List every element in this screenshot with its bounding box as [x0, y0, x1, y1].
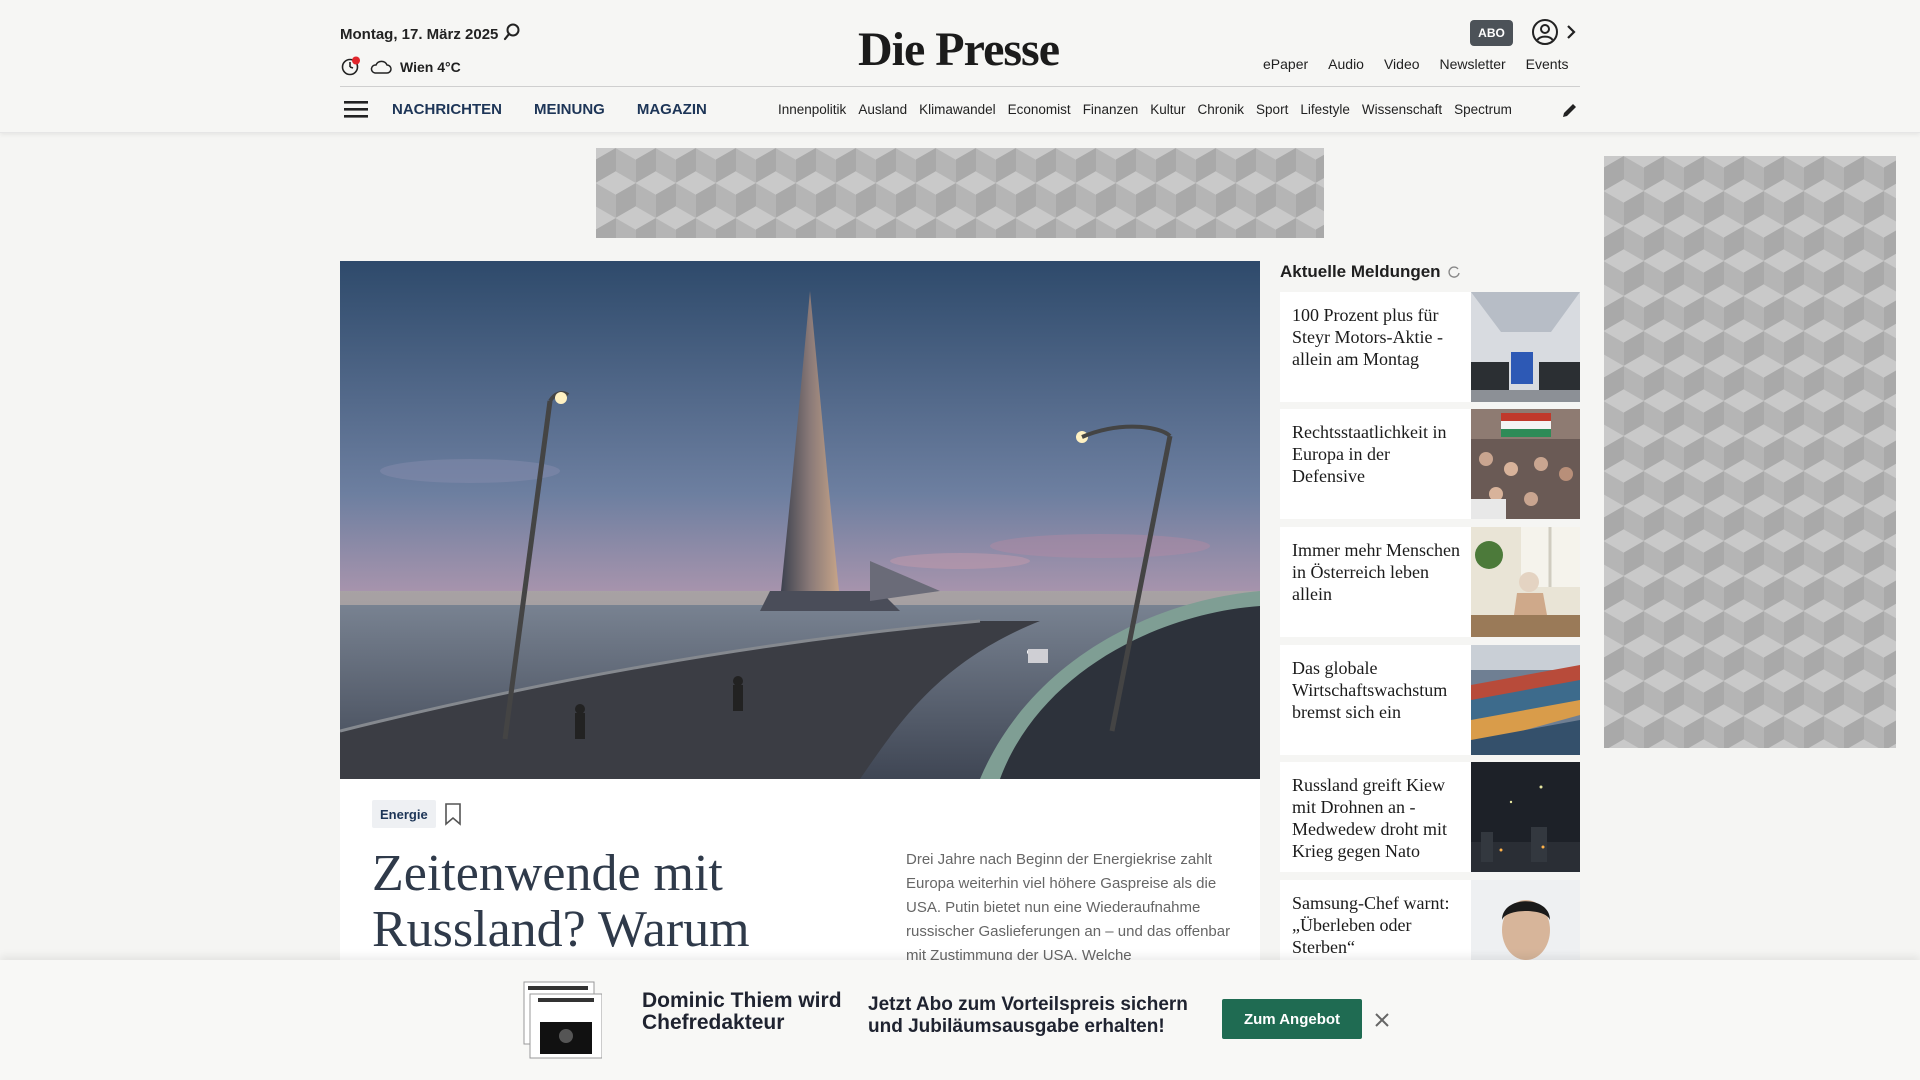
news-title: Rechtsstaatlichkeit in Europa in der Def…: [1292, 422, 1447, 486]
refresh-icon: [1447, 266, 1460, 278]
weather-widget[interactable]: Wien 4°C: [340, 56, 461, 78]
news-thumbnail: [1471, 762, 1580, 872]
nav-magazin[interactable]: MAGAZIN: [637, 101, 707, 118]
link-video[interactable]: Video: [1384, 56, 1420, 72]
news-item[interactable]: Rechtsstaatlichkeit in Europa in der Def…: [1280, 409, 1580, 519]
link-events[interactable]: Events: [1526, 56, 1569, 72]
clock-icon: [341, 56, 360, 76]
nav-finanzen[interactable]: Finanzen: [1083, 102, 1139, 117]
user-icon[interactable]: [1531, 18, 1559, 46]
cloud-icon: [370, 60, 392, 74]
sidebar-title: Aktuelle Meldungen: [1280, 262, 1461, 282]
ad-banner-top[interactable]: [596, 148, 1324, 238]
link-audio[interactable]: Audio: [1328, 56, 1364, 72]
abo-button[interactable]: ABO: [1470, 20, 1513, 46]
weather-text: Wien 4°C: [400, 59, 461, 75]
news-thumbnail: [1471, 292, 1580, 402]
nav-chronik[interactable]: Chronik: [1198, 102, 1245, 117]
nav-innenpolitik[interactable]: Innenpolitik: [778, 102, 846, 117]
site-logo[interactable]: Die Presse: [858, 22, 1060, 77]
news-thumbnail: [1471, 527, 1580, 637]
sidebar-title-text: Aktuelle Meldungen: [1280, 262, 1441, 281]
news-item[interactable]: 100 Prozent plus für Steyr Motors-Aktie …: [1280, 292, 1580, 402]
chevron-right-icon[interactable]: [1563, 20, 1579, 44]
nav-meinung[interactable]: MEINUNG: [534, 101, 605, 118]
news-item[interactable]: Das globale Wirtschaftswachstum bremst s…: [1280, 645, 1580, 755]
hero-image[interactable]: [340, 261, 1260, 779]
close-icon[interactable]: [1374, 1012, 1390, 1028]
link-newsletter[interactable]: Newsletter: [1440, 56, 1506, 72]
menu-icon[interactable]: [344, 99, 368, 119]
nav-spectrum[interactable]: Spectrum: [1454, 102, 1512, 117]
nav-economist[interactable]: Economist: [1008, 102, 1071, 117]
nav-wissenschaft[interactable]: Wissenschaft: [1362, 102, 1442, 117]
nav-ausland[interactable]: Ausland: [858, 102, 907, 117]
nav-lifestyle[interactable]: Lifestyle: [1300, 102, 1350, 117]
article-headline[interactable]: Zeitenwende mit Russland? Warum: [372, 846, 892, 958]
news-thumbnail: [1471, 645, 1580, 755]
site-header: Montag, 17. März 2025 Wien 4°C Die Press…: [0, 0, 1920, 133]
news-item[interactable]: Russland greift Kiew mit Drohnen an - Me…: [1280, 762, 1580, 872]
ad-skyscraper[interactable]: [1604, 156, 1896, 748]
nav-nachrichten[interactable]: NACHRICHTEN: [392, 101, 502, 118]
nav-klimawandel[interactable]: Klimawandel: [919, 102, 996, 117]
search-icon[interactable]: [502, 22, 522, 42]
news-title: Samsung-Chef warnt: „Überleben oder Ster…: [1292, 893, 1450, 957]
banner-offer: Jetzt Abo zum Vorteilspreis sichern und …: [868, 994, 1188, 1037]
main-nav: NACHRICHTEN MEINUNG MAGAZIN: [392, 101, 707, 118]
article-teaser: Drei Jahre nach Beginn der Energiekrise …: [906, 851, 1231, 964]
header-divider: [340, 86, 1580, 87]
category-tag[interactable]: Energie: [372, 800, 436, 828]
news-title: 100 Prozent plus für Steyr Motors-Aktie …: [1292, 305, 1443, 369]
current-date: Montag, 17. März 2025: [340, 26, 499, 43]
bookmark-icon[interactable]: [444, 802, 462, 826]
section-nav: Innenpolitik Ausland Klimawandel Economi…: [778, 102, 1540, 117]
news-title: Das globale Wirtschaftswachstum bremst s…: [1292, 658, 1448, 722]
news-item[interactable]: Immer mehr Menschen in Österreich leben …: [1280, 527, 1580, 637]
banner-headline: Dominic Thiem wird Chefredakteur: [642, 989, 842, 1034]
nav-sport[interactable]: Sport: [1256, 102, 1288, 117]
pencil-icon[interactable]: [1560, 100, 1580, 120]
top-links: ePaper Audio Video Newsletter Events: [1263, 56, 1568, 72]
newspaper-icon: [523, 981, 602, 1059]
news-thumbnail: [1471, 409, 1580, 519]
news-title: Russland greift Kiew mit Drohnen an - Me…: [1292, 775, 1447, 861]
link-epaper[interactable]: ePaper: [1263, 56, 1308, 72]
nav-kultur[interactable]: Kultur: [1150, 102, 1185, 117]
news-title: Immer mehr Menschen in Österreich leben …: [1292, 540, 1460, 604]
offer-button[interactable]: Zum Angebot: [1222, 999, 1362, 1039]
